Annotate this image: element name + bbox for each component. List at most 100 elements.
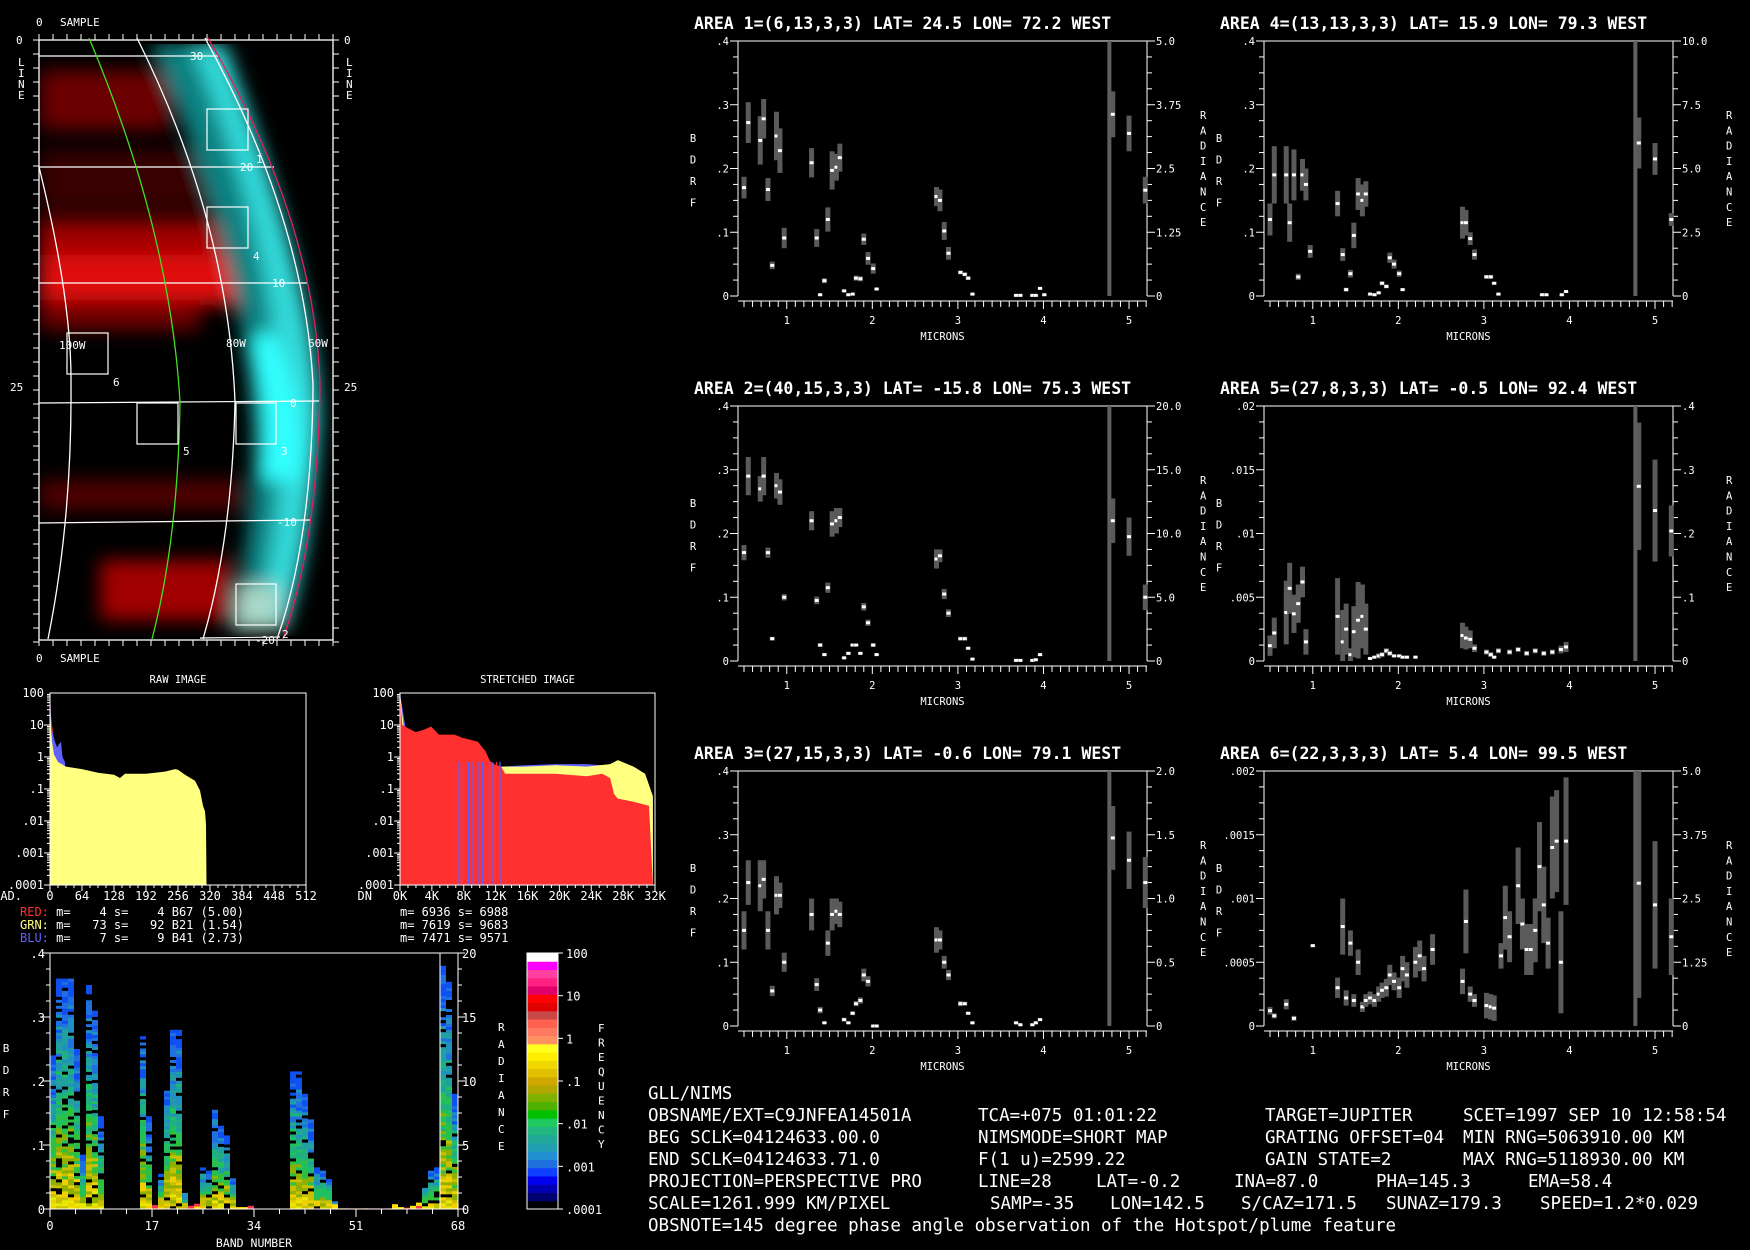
band-bin [290,1131,296,1135]
band-bin [320,1179,326,1183]
data-point [1363,192,1368,196]
histogram-y-tick-label: 10 [30,718,44,732]
band-bin [170,1056,176,1060]
band-bin [218,1149,224,1153]
band-bin [68,1137,74,1141]
band-bin [176,1119,182,1123]
band-bin [434,1182,440,1186]
colorbar-swatch [527,1002,558,1012]
band-bin [68,1116,74,1120]
radiance-axis-label-letter: N [1726,552,1732,564]
band-bin [332,1201,338,1205]
band-bin [146,1140,152,1144]
band-bin [428,1203,434,1207]
band-bin [86,1086,92,1090]
band-bin [290,1080,296,1084]
data-point [1380,988,1385,992]
band-bin [68,1134,74,1138]
band-bin [182,1193,188,1197]
band-bin [86,985,92,989]
histogram-x-tick-label: 28K [612,889,634,903]
band-bin [308,1167,314,1171]
jupiter-map-image[interactable]: 1 2 3 4 5 6 30 20 10 0 -10 -20 100W 80W … [10,16,357,665]
band-bin [170,1191,176,1195]
band-bin [320,1176,326,1180]
band-bin [98,1149,104,1153]
band-bin [140,1122,146,1126]
band-bin [308,1173,314,1177]
band-bin [74,1127,80,1131]
band-bin [440,1124,446,1129]
band-bin [170,1122,176,1126]
band-bin [446,1071,452,1075]
band-bin [50,1064,56,1068]
data-point [871,643,876,647]
data-point [1300,580,1305,584]
band-bin [50,1196,56,1201]
band-bin [446,1116,452,1120]
bdrf-axis-label: BDRF [687,133,699,219]
band-bin [200,1200,206,1204]
data-point [1392,654,1397,658]
data-point [937,198,942,202]
band-bin [56,1155,62,1159]
micron-axis-label: MICRONS [920,331,964,343]
data-point [846,651,851,655]
band-bin [176,1107,182,1111]
band-bin [68,1011,74,1015]
radiance-axis-label-letter: A [1726,171,1733,183]
band-bin [440,1178,446,1183]
band-bin [446,1113,452,1117]
area-label-6: 6 [113,376,120,389]
band-bin [296,1200,302,1204]
histogram-x-tick-label: 20K [549,889,571,903]
band-bin [440,1169,446,1174]
band-bin [86,1068,92,1072]
band-bin [92,1190,98,1195]
band-bin [176,1116,182,1120]
band-bin [92,1067,98,1072]
band-bin [98,1131,104,1135]
band-bin [68,1131,74,1135]
band-bin [146,1188,152,1192]
band-bin [92,1043,98,1047]
band-bin [98,1194,104,1198]
band-bin [74,1139,80,1143]
band-bin [86,1050,92,1054]
band-bin [290,1083,296,1087]
data-point [1380,653,1385,657]
band-bin [452,1166,458,1170]
band-bin [308,1194,314,1198]
spectrum-plot-area2: AREA 2=(40,15,3,3) LAT= -15.8 LON= 75.3 … [687,379,1207,708]
bdrf-tick-label: .2 [716,529,729,541]
data-point [866,621,871,625]
band-bin [140,1164,146,1168]
band-bin [176,1053,182,1057]
colorbar-tick-label: 1 [566,1032,573,1046]
band-bin [296,1074,302,1078]
band-bin [74,1064,80,1068]
micron-axis-label: MICRONS [1446,331,1490,343]
micron-tick-label: 4 [1566,680,1572,692]
band-bin [452,1160,458,1164]
band-bin [146,1203,152,1207]
band-bin [68,1185,74,1189]
band-bin [296,1086,302,1090]
band-bin [74,1196,80,1201]
band-bin [50,1175,56,1180]
data-point [1669,529,1674,533]
band-bin [230,1199,236,1204]
radiance-axis-label-letter: I [498,1072,505,1085]
band-bin [440,1193,446,1198]
data-point [1368,656,1373,660]
micron-tick-label: 3 [955,315,961,327]
bdrf-tick-label: .01 [1236,529,1255,541]
band-bin [92,1124,98,1129]
bdrf-tick-label: 0 [1249,1021,1255,1033]
band-bin [440,1034,446,1039]
band-bin [158,1185,164,1189]
data-point [814,983,819,987]
band-bin [62,1089,68,1093]
band-bin [440,1058,446,1063]
area-label-3: 3 [281,445,288,458]
